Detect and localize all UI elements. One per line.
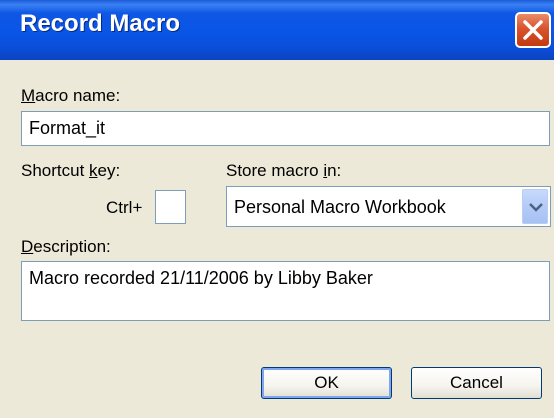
title-bar: Record Macro (0, 0, 554, 60)
window-title: Record Macro (20, 10, 181, 37)
description-textarea[interactable]: Macro recorded 21/11/2006 by Libby Baker (21, 261, 550, 321)
store-macro-select[interactable]: Personal Macro Workbook (226, 186, 551, 227)
ctrl-prefix-label: Ctrl+ (106, 198, 143, 217)
ok-button[interactable]: OK (261, 367, 392, 399)
macro-name-input[interactable]: Format_it (21, 111, 550, 146)
store-macro-label: Store macro in: (226, 161, 342, 180)
shortcut-key-input[interactable] (155, 190, 186, 224)
chevron-down-icon (529, 203, 543, 212)
macro-name-label: Macro name: (21, 86, 121, 105)
close-button[interactable] (515, 12, 551, 48)
description-label: Description: (21, 237, 111, 256)
dialog-body: Macro name: Format_it Shortcut key: Ctrl… (0, 60, 554, 418)
close-icon (523, 20, 543, 40)
shortcut-key-label: Shortcut key: (21, 161, 121, 180)
dropdown-button[interactable] (522, 189, 548, 224)
cancel-button[interactable]: Cancel (411, 367, 542, 399)
